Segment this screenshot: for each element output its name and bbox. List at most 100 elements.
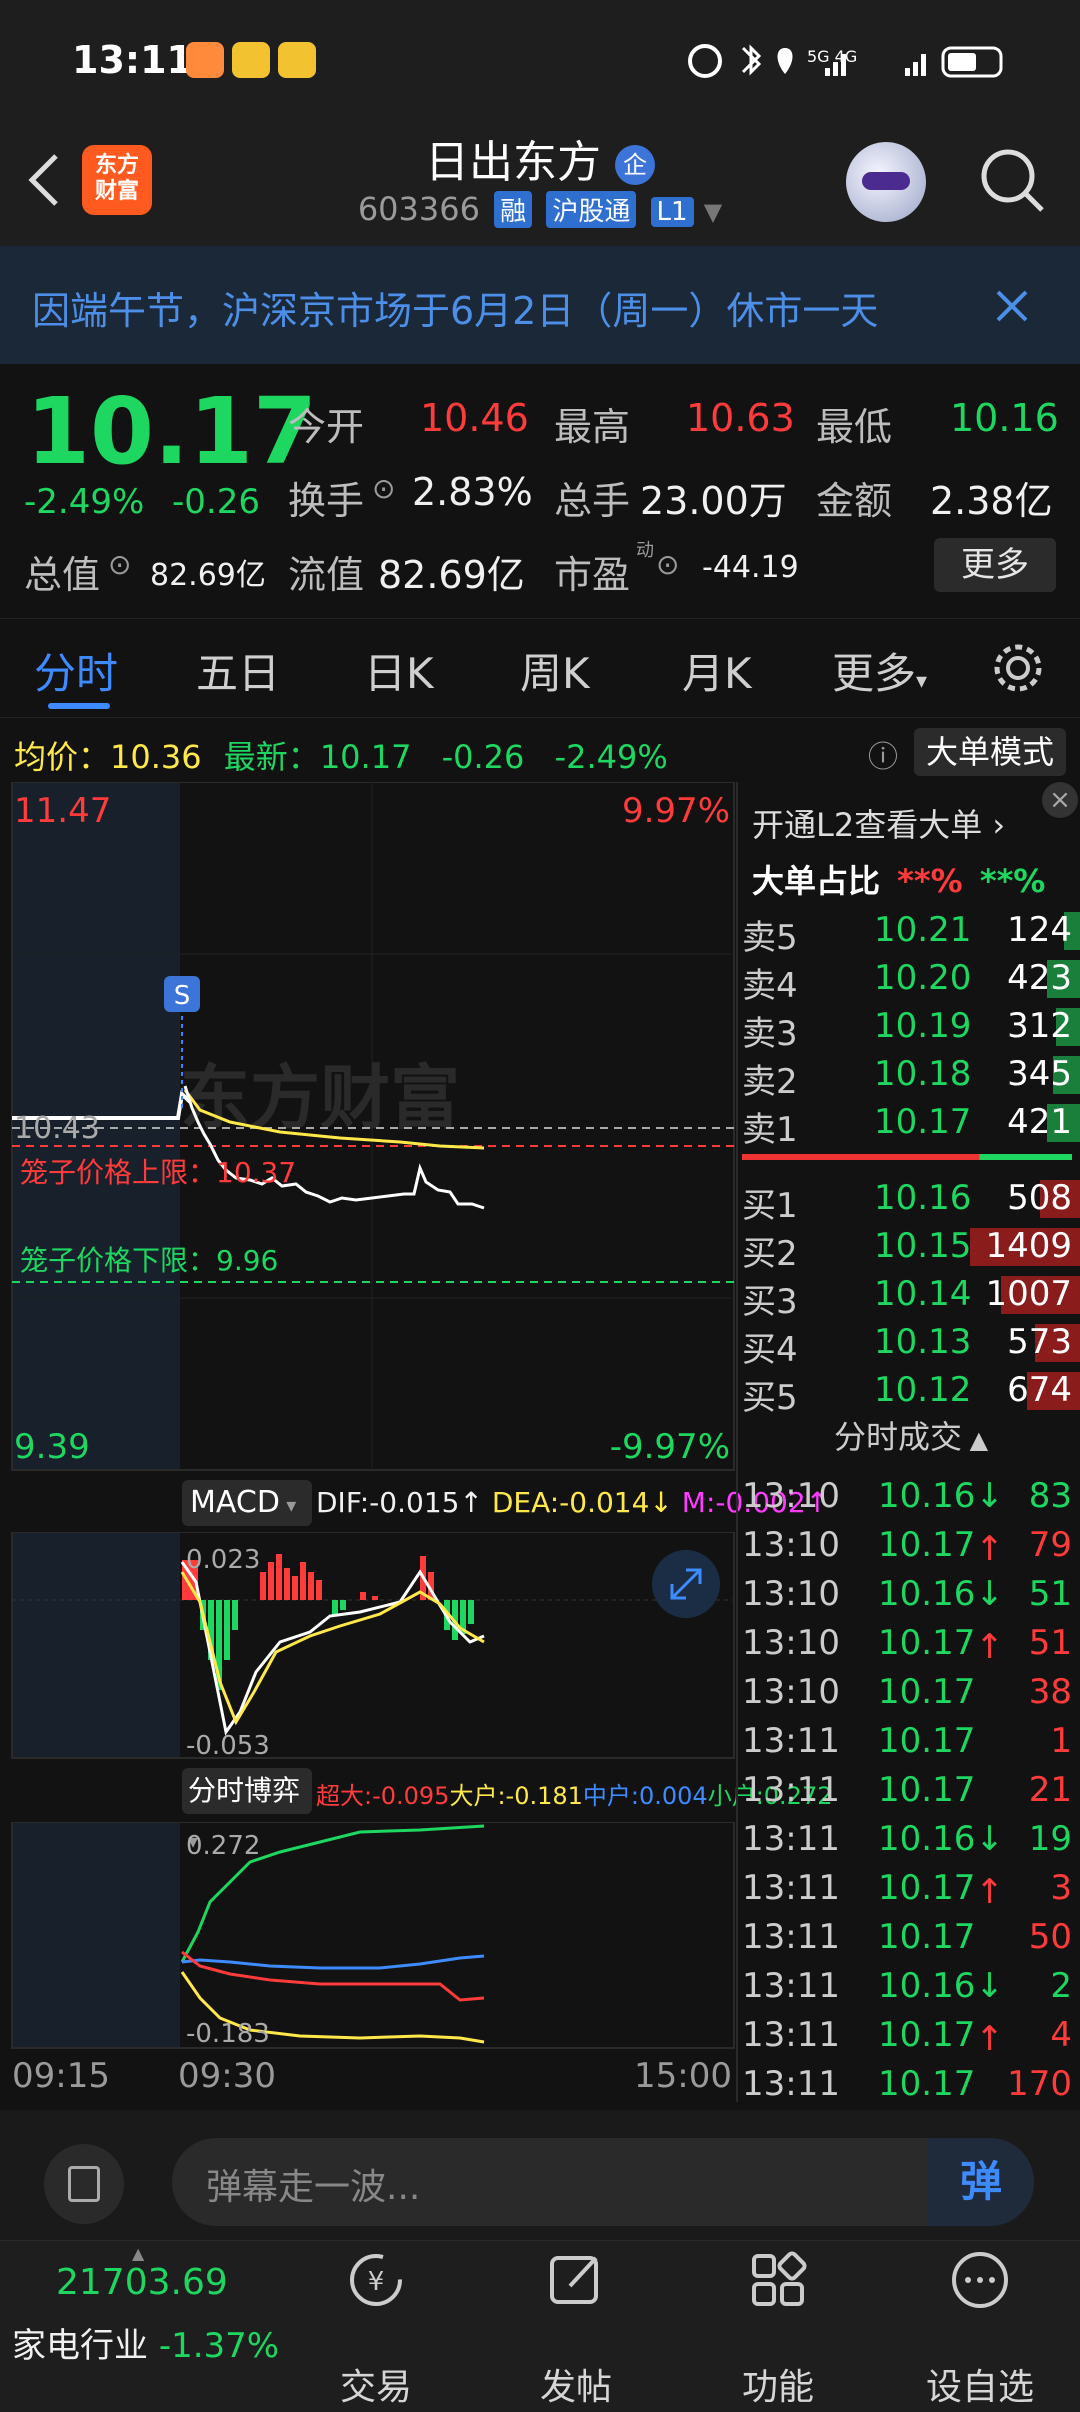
ratio-label: 大单占比 <box>752 862 881 900</box>
nav-add-watchlist[interactable]: 设自选 <box>910 2358 1050 2410</box>
danmu-send-button[interactable]: 弹 <box>928 2138 1034 2226</box>
mktcap-value: 82.69亿 <box>150 558 266 593</box>
bid-row[interactable]: 买5 10.12 674 <box>742 1366 1080 1418</box>
game-selector[interactable]: 分时博弈 ▾ <box>182 1768 312 1853</box>
tick-price: 10.16↓ <box>878 1476 1004 1516</box>
tick-price: 10.17 ↑ <box>878 1525 1004 1569</box>
danmu-placeholder: 弹幕走一波... <box>206 2167 421 2208</box>
latest-value: 10.17 <box>319 738 412 776</box>
tick-row: 13:11 10.16↓ 2 <box>742 1962 1080 2011</box>
industry-index-value[interactable]: 21703.69 <box>56 2262 228 2303</box>
latest-change: -0.26 <box>441 738 525 776</box>
nav-post[interactable]: 发帖 <box>506 2358 646 2410</box>
nav-trade[interactable]: 交易 <box>306 2358 446 2410</box>
prev-close-label: 10.43 <box>14 1111 100 1146</box>
game-axis-bottom: -0.183 <box>186 2019 270 2049</box>
panel-divider <box>736 782 738 2102</box>
note-icon[interactable] <box>44 2144 124 2224</box>
pe-dynamic-mark: 动 <box>636 540 654 561</box>
tick-row: 13:10 10.17 38 <box>742 1668 1080 1717</box>
tick-row: 13:11 10.17 21 <box>742 1766 1080 1815</box>
tick-price: 10.17 <box>878 1672 976 1712</box>
bid-price: 10.16 <box>874 1178 972 1218</box>
bid-row[interactable]: 买4 10.13 573 <box>742 1318 1080 1370</box>
time-axis-end: 15:00 <box>634 2056 732 2096</box>
big-order-mode-button[interactable]: 大单模式 <box>914 728 1066 776</box>
tick-price: 10.17 ↑ <box>878 1868 1004 1912</box>
nav-function[interactable]: 功能 <box>708 2358 848 2410</box>
watermark: 东方财富 <box>180 1057 460 1139</box>
turnover-value: 2.83% <box>412 470 533 514</box>
ask-volume: 345 <box>1007 1054 1072 1094</box>
close-icon[interactable] <box>994 288 1030 324</box>
tick-volume: 2 <box>1050 1966 1072 2006</box>
function-grid-icon[interactable] <box>746 2248 810 2312</box>
ratio-green: **% <box>979 862 1046 900</box>
tab-monthly-k[interactable]: 月K <box>682 640 752 701</box>
ask-row[interactable]: 卖4 10.20 423 <box>742 954 1080 1006</box>
tick-row: 13:11 10.17 1 <box>742 1717 1080 1766</box>
avg-price-row: 均价：10.36 最新：10.17 -0.26 -2.49% <box>14 732 668 778</box>
app-notification-icon <box>278 42 316 78</box>
bid-row[interactable]: 买2 10.15 1409 <box>742 1222 1080 1274</box>
open-l2-link[interactable]: 开通L2查看大单 › <box>752 800 1005 846</box>
bid-level-label: 买3 <box>742 1282 798 1322</box>
pct-axis-top: 9.97% <box>622 791 730 831</box>
macd-axis-bottom: -0.053 <box>186 1731 270 1760</box>
ask-row[interactable]: 卖1 10.17 421 <box>742 1098 1080 1150</box>
open-l2-label: 开通L2查看大单 <box>752 806 983 844</box>
more-button[interactable]: 更多 <box>934 538 1056 592</box>
info-icon[interactable]: ⊙ <box>108 548 131 581</box>
tick-row: 13:10 10.17 ↑ 51 <box>742 1619 1080 1668</box>
big-order-ratio-row: 大单占比 **% **% <box>752 856 1045 902</box>
status-time: 13:11 <box>72 38 193 82</box>
tab-more[interactable]: 更多▾ <box>832 640 927 701</box>
tab-weekly-k[interactable]: 周K <box>520 640 590 701</box>
search-icon[interactable] <box>978 146 1048 216</box>
info-icon[interactable]: ⊙ <box>372 472 395 505</box>
ticks-title-row[interactable]: 分时成交 ▲ <box>742 1412 1080 1458</box>
help-icon[interactable]: ⓘ <box>868 732 898 776</box>
ask-price: 10.21 <box>874 910 972 950</box>
cage-upper-text: 笼子价格上限：10.37 <box>20 1156 296 1189</box>
industry-index-row[interactable]: 家电行业 -1.37% <box>12 2318 279 2367</box>
bluetooth-icon <box>741 44 762 76</box>
more-dots-icon[interactable] <box>948 2248 1012 2312</box>
game-chart[interactable]: 0.272 -0.183 <box>0 1822 740 2050</box>
ticks-title: 分时成交 <box>833 1418 962 1456</box>
post-icon[interactable] <box>544 2248 608 2312</box>
danmu-input[interactable]: 弹幕走一波... <box>172 2138 1034 2226</box>
tick-price: 10.17 <box>878 2064 976 2104</box>
ask-row[interactable]: 卖2 10.18 345 <box>742 1050 1080 1102</box>
tab-intraday[interactable]: 分时 <box>34 640 118 701</box>
macd-selector[interactable]: MACD ▾ <box>182 1480 312 1526</box>
tick-price: 10.17 ↑ <box>878 2015 1004 2059</box>
volume-value: 23.00万 <box>640 479 787 523</box>
settings-gear-icon[interactable] <box>990 640 1046 696</box>
bid-row[interactable]: 买1 10.16 508 <box>742 1174 1080 1226</box>
tick-row: 13:11 10.17 ↑ 4 <box>742 2011 1080 2060</box>
location-icon <box>777 48 793 74</box>
current-price: 10.17 <box>26 378 318 485</box>
ask-row[interactable]: 卖3 10.19 312 <box>742 1002 1080 1054</box>
bid-volume: 674 <box>1007 1370 1072 1410</box>
tick-price: 10.16↓ <box>878 1819 1004 1859</box>
tab-five-day[interactable]: 五日 <box>196 640 280 701</box>
tick-price: 10.17 ↑ <box>878 1623 1004 1667</box>
robot-assistant-icon[interactable] <box>846 142 926 222</box>
tick-time: 13:10 <box>742 1574 840 1614</box>
svg-text:¥: ¥ <box>368 2267 385 2297</box>
bid-row[interactable]: 买3 10.14 1007 <box>742 1270 1080 1322</box>
intraday-chart[interactable]: 东方财富 S 11.47 9.97% 9.39 -9.97% 10.43 笼子价… <box>0 782 740 1472</box>
ask-row[interactable]: 卖5 10.21 124 <box>742 906 1080 958</box>
tab-daily-k[interactable]: 日K <box>364 640 434 701</box>
info-icon[interactable]: ⊙ <box>656 548 679 581</box>
float-label: 流值 <box>288 553 365 597</box>
trade-icon[interactable]: ¥ <box>344 2248 408 2312</box>
cage-lower-text: 笼子价格下限：9.96 <box>20 1244 278 1277</box>
tick-price: 10.17 <box>878 1917 976 1957</box>
close-panel-icon[interactable]: × <box>1042 782 1078 818</box>
y-axis-bottom: 9.39 <box>14 1427 90 1467</box>
macd-chart[interactable]: 0.023 -0.053 <box>0 1532 740 1760</box>
float-value: 82.69亿 <box>378 553 525 597</box>
